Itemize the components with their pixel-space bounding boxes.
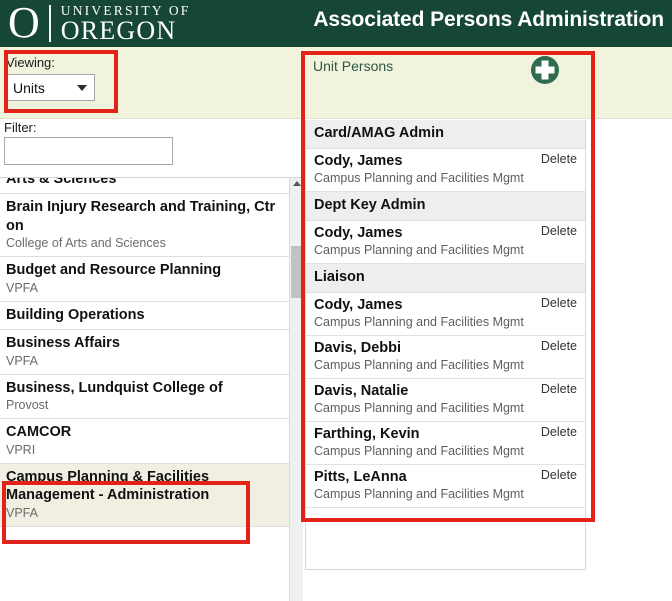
person-unit: Campus Planning and Facilities Mgmt bbox=[314, 171, 524, 185]
unit-parent-org: College of Arts and Sciences bbox=[6, 236, 166, 250]
viewing-select[interactable]: Units bbox=[6, 74, 95, 101]
person-unit: Campus Planning and Facilities Mgmt bbox=[314, 487, 524, 501]
unit-name: Business Affairs bbox=[6, 335, 120, 351]
viewing-control-group: Viewing: Units bbox=[6, 55, 106, 101]
plus-circle-icon[interactable] bbox=[530, 55, 560, 85]
unit-list-item[interactable]: Brain Injury Research and Training, Ctr … bbox=[0, 194, 289, 257]
person-unit: Campus Planning and Facilities Mgmt bbox=[314, 358, 524, 372]
unit-name: Building Operations bbox=[6, 306, 145, 323]
person-name: Farthing, Kevin bbox=[314, 426, 420, 442]
person-unit: Campus Planning and Facilities Mgmt bbox=[314, 315, 524, 329]
filter-input[interactable] bbox=[4, 137, 173, 165]
unit-name: CAMCOR bbox=[6, 424, 72, 440]
person-name: Davis, Debbi bbox=[314, 340, 402, 356]
person-list[interactable]: Card/AMAG Admin Cody, James Campus Plannin… bbox=[306, 120, 585, 508]
unit-list-item-selected[interactable]: Campus Planning & Facilities Management … bbox=[0, 463, 289, 527]
unit-list-item[interactable]: Arts & Sciences bbox=[0, 178, 289, 194]
unit-name: Budget and Resource Planning bbox=[6, 262, 222, 278]
viewing-label: Viewing: bbox=[6, 55, 55, 70]
unit-list-item[interactable]: CAMCOR VPRI bbox=[0, 419, 289, 464]
delete-person-link[interactable]: Delete bbox=[541, 382, 577, 397]
unit-parent-org: Provost bbox=[6, 398, 49, 412]
scroll-up-arrow-icon[interactable] bbox=[292, 181, 301, 186]
person-unit: Campus Planning and Facilities Mgmt bbox=[314, 243, 524, 257]
person-name: Cody, James bbox=[314, 297, 403, 313]
unit-list-item[interactable]: Business Affairs VPFA bbox=[0, 330, 289, 375]
person-unit: Campus Planning and Facilities Mgmt bbox=[314, 401, 524, 415]
delete-person-link[interactable]: Delete bbox=[541, 339, 577, 354]
person-row[interactable]: Cody, James Campus Planning and Facilitie… bbox=[306, 221, 585, 264]
person-row[interactable]: Farthing, Kevin Campus Planning and Facil… bbox=[306, 422, 585, 465]
unit-persons-header: Unit Persons bbox=[305, 47, 586, 119]
delete-person-link[interactable]: Delete bbox=[541, 224, 577, 239]
person-row[interactable]: Cody, James Campus Planning and Facilitie… bbox=[306, 149, 585, 192]
unit-list-item[interactable]: Building Operations bbox=[0, 301, 289, 330]
unit-list-item[interactable]: Budget and Resource Planning VPFA bbox=[0, 257, 289, 302]
unit-list-scrollbar[interactable] bbox=[289, 178, 303, 601]
unit-parent-org: VPRI bbox=[6, 442, 36, 457]
delete-person-link[interactable]: Delete bbox=[541, 468, 577, 483]
unit-parent-org: VPFA bbox=[6, 280, 38, 295]
person-row[interactable]: Davis, Natalie Campus Planning and Facili… bbox=[306, 379, 585, 422]
delete-person-link[interactable]: Delete bbox=[541, 425, 577, 440]
person-unit: Campus Planning and Facilities Mgmt bbox=[314, 444, 524, 458]
page-title: Associated Persons Administration bbox=[313, 8, 664, 31]
unit-name: Campus Planning & Facilities Management … bbox=[6, 468, 210, 504]
unit-name: Arts & Sciences bbox=[6, 178, 117, 187]
unit-persons-title: Unit Persons bbox=[313, 58, 394, 74]
viewing-select-value: Units bbox=[13, 79, 45, 96]
logo-wordmark: UNIVERSITY OF OREGON bbox=[61, 3, 191, 44]
delete-person-link[interactable]: Delete bbox=[541, 152, 577, 167]
person-group-header: Dept Key Admin bbox=[306, 192, 585, 221]
app-header: O UNIVERSITY OF OREGON Associated Person… bbox=[0, 0, 672, 47]
person-name: Pitts, LeAnna bbox=[314, 469, 407, 485]
unit-list-item[interactable]: Business, Lundquist College of Provost bbox=[0, 374, 289, 419]
unit-parent-org: VPFA bbox=[6, 353, 38, 368]
person-row[interactable]: Cody, James Campus Planning and Facilitie… bbox=[306, 293, 585, 336]
person-name: Cody, James bbox=[314, 225, 403, 241]
unit-persons-pane: Unit Persons Card/AMAG Admin Cody, James C… bbox=[305, 47, 586, 570]
person-row[interactable]: Pitts, LeAnna Campus Planning and Facilit… bbox=[306, 465, 585, 508]
logo-o-mark: O bbox=[8, 0, 40, 47]
person-row[interactable]: Davis, Debbi Campus Planning and Faciliti… bbox=[306, 336, 585, 379]
filter-label: Filter: bbox=[4, 120, 37, 135]
university-logo: O UNIVERSITY OF OREGON bbox=[0, 0, 191, 47]
person-name: Cody, James bbox=[314, 153, 403, 169]
unit-list-container: Arts & Sciences Brain Injury Research and… bbox=[0, 177, 303, 601]
delete-person-link[interactable]: Delete bbox=[541, 296, 577, 311]
units-pane: Viewing: Units Filter: Arts & Sciences Br… bbox=[0, 47, 303, 601]
logo-oregon-text: OREGON bbox=[60, 16, 177, 45]
person-name: Davis, Natalie bbox=[314, 383, 409, 399]
filter-control-group: Filter: bbox=[4, 120, 184, 165]
person-group-header: Liaison bbox=[306, 264, 585, 293]
unit-name: Business, Lundquist College of bbox=[6, 379, 223, 396]
person-group-header: Card/AMAG Admin bbox=[306, 120, 585, 149]
person-list-container: Card/AMAG Admin Cody, James Campus Plannin… bbox=[305, 120, 586, 570]
unit-parent-org: VPFA bbox=[6, 505, 38, 520]
unit-name: Brain Injury Research and Training, Ctr … bbox=[6, 199, 276, 234]
logo-divider bbox=[48, 5, 51, 42]
unit-list[interactable]: Arts & Sciences Brain Injury Research and… bbox=[0, 178, 289, 601]
scrollbar-thumb[interactable] bbox=[291, 246, 302, 298]
chevron-down-icon bbox=[77, 84, 87, 91]
